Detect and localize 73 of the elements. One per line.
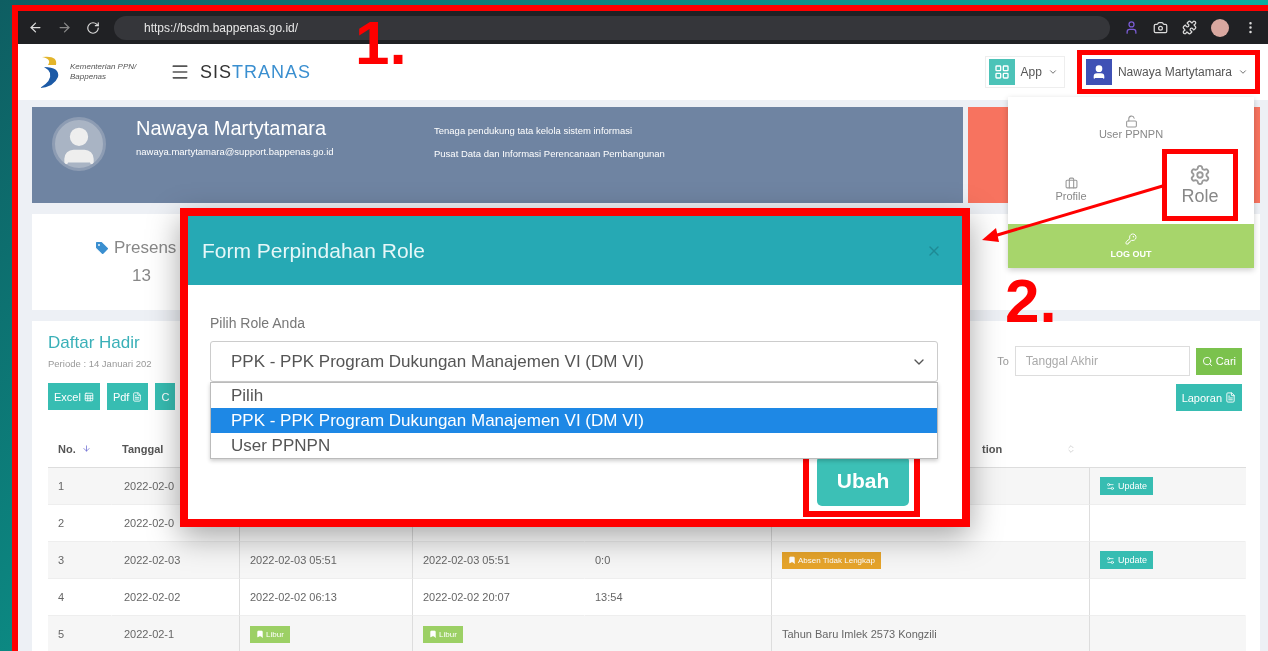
briefcase-icon[interactable] xyxy=(1064,177,1078,190)
search-button[interactable]: Cari xyxy=(1195,347,1242,375)
stat-value: 13 xyxy=(132,266,152,286)
profile-avatar[interactable] xyxy=(1211,18,1229,37)
user-detail: Tenaga pendukung tata kelola sistem informasi xyxy=(434,125,634,136)
table-cell: 1 xyxy=(48,468,112,505)
avatar-icon xyxy=(52,117,106,171)
reload-icon[interactable] xyxy=(86,20,100,35)
stat-label: Presens xyxy=(114,238,177,258)
modal-title: Form Perpindahan Role xyxy=(202,238,425,263)
card-title: Daftar Hadir xyxy=(48,333,140,353)
table-cell: Tahun Baru Imlek 2573 Kongzili xyxy=(772,616,1090,651)
gears-icon xyxy=(1106,481,1115,491)
extension-icon[interactable] xyxy=(1124,20,1139,35)
forward-icon[interactable] xyxy=(57,20,72,35)
key-icon xyxy=(1125,233,1137,245)
organization-name: Kementerian PPN/ Bappenas xyxy=(70,62,138,82)
table-cell: 13:54 xyxy=(585,579,772,616)
export-button[interactable]: Pdf xyxy=(106,383,149,410)
report-button[interactable]: Laporan xyxy=(1175,384,1242,411)
export-button[interactable]: C xyxy=(155,383,176,410)
table-cell: 3 xyxy=(48,542,112,579)
option-item[interactable]: User PPNPN xyxy=(211,433,937,458)
camera-icon[interactable] xyxy=(1153,20,1168,35)
table-cell: 5 xyxy=(48,616,112,651)
table-cell: 2022-02-02 xyxy=(112,579,240,616)
search-icon xyxy=(1201,355,1213,367)
role-select[interactable]: PPK - PPK Program Dukungan Manajemen VI (DM VI) xyxy=(210,341,938,382)
update-button[interactable]: Update xyxy=(1100,477,1154,495)
table-cell: 2022-02-03 05:51 xyxy=(413,542,585,579)
column-header[interactable]: tion xyxy=(982,442,1003,455)
option-item[interactable]: Pilih xyxy=(211,383,937,408)
to-label: To xyxy=(997,355,1009,367)
sort-icon[interactable] xyxy=(81,444,91,453)
menu-item[interactable]: Profile xyxy=(1055,190,1087,202)
tag-icon xyxy=(94,240,110,256)
settings-icon[interactable] xyxy=(1189,163,1211,186)
grid-icon xyxy=(988,59,1015,85)
spreadsheet-icon xyxy=(83,391,94,402)
app-menu-button[interactable]: App xyxy=(984,56,1065,88)
table-cell: 0:0 xyxy=(585,542,772,579)
lock-icon[interactable] xyxy=(1124,115,1138,128)
user-name: Nawaya Martytamara xyxy=(136,117,328,140)
caret-icon xyxy=(1047,67,1058,77)
menu-icon[interactable] xyxy=(170,62,190,82)
option-item[interactable]: PPK - PPK Program Dukungan Manajemen VI (DM VI) xyxy=(211,408,937,433)
table-cell: 2022-02-02 06:13 xyxy=(240,579,413,616)
document-icon xyxy=(1225,392,1236,403)
update-button[interactable]: Update xyxy=(1100,551,1154,569)
status-badge: Libur xyxy=(250,625,290,643)
status-badge: Absen Tidak Lengkap xyxy=(782,551,881,569)
back-icon[interactable] xyxy=(28,20,43,35)
status-badge: Libur xyxy=(423,625,463,643)
table-cell: 2022-02-03 xyxy=(112,542,240,579)
app-title: SISTRANAS xyxy=(200,61,312,83)
menu-item[interactable]: Role xyxy=(1181,185,1219,207)
export-button[interactable]: Excel xyxy=(48,383,100,410)
puzzle-icon[interactable] xyxy=(1182,20,1197,35)
menu-item[interactable]: User PPNPN xyxy=(1098,128,1164,140)
gears-icon xyxy=(1106,555,1115,565)
document-icon xyxy=(132,391,143,402)
user-icon xyxy=(1085,59,1112,85)
submit-button[interactable]: Ubah xyxy=(817,456,909,506)
table-cell: 2022-02-1 xyxy=(112,616,240,651)
caret-icon xyxy=(1238,67,1248,77)
column-header[interactable]: No. xyxy=(58,442,76,455)
table-cell: 2022-02-03 05:51 xyxy=(240,542,413,579)
user-detail: Pusat Data dan Informasi Perencanaan Pembangunan xyxy=(434,148,665,159)
step-number: 2. xyxy=(1005,270,1057,332)
period-text: Periode : 14 Januari 202 xyxy=(48,358,152,369)
field-label: Pilih Role Anda xyxy=(210,315,306,331)
end-date-field[interactable]: Tanggal Akhir xyxy=(1014,346,1190,376)
user-email: nawaya.martytamara@support.bappenas.go.id xyxy=(136,146,335,157)
